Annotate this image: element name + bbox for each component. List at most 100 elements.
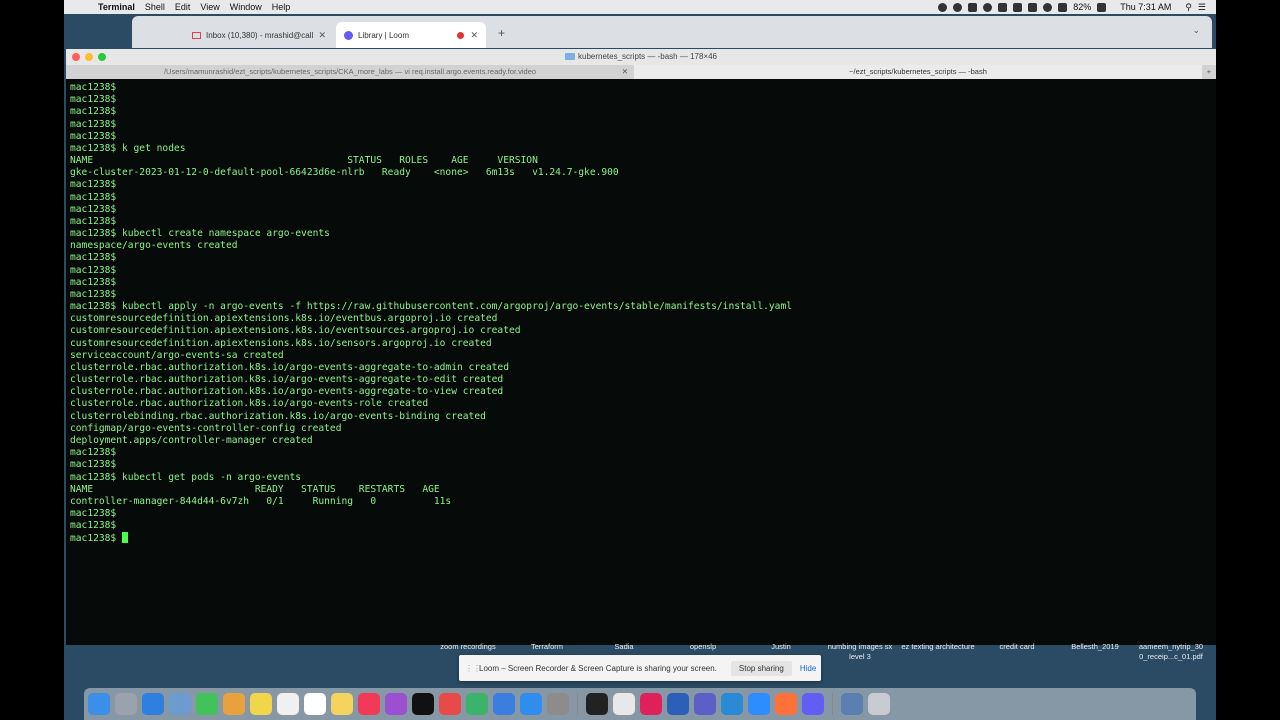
stickies-icon[interactable] [331, 693, 353, 715]
desktop-item[interactable]: openslp [664, 642, 742, 652]
flag-icon[interactable] [1013, 2, 1023, 12]
desktop-item[interactable]: ez texting architecture [899, 642, 977, 652]
battery-percent[interactable]: 82% [1073, 2, 1091, 12]
terminal-window: kubernetes_scripts — -bash — 178×46 /Use… [66, 49, 1216, 645]
browser-tab-loom[interactable]: Library | Loom ✕ [336, 22, 486, 48]
terminal-output[interactable]: mac1238$ mac1238$ mac1238$ mac1238$ mac1238$… [70, 82, 1216, 645]
clock[interactable]: Thu 7:31 AM [1120, 2, 1171, 12]
desktop-item[interactable]: Sadia [585, 642, 663, 652]
notes-icon[interactable] [250, 693, 272, 715]
hide-button[interactable]: Hide [800, 664, 816, 673]
desktop-item[interactable]: numbing images sx level 3 [821, 642, 899, 662]
desktop-item[interactable]: credit card [978, 642, 1056, 652]
vscode-icon[interactable] [721, 693, 743, 715]
bluetooth-icon[interactable] [1028, 2, 1038, 12]
desktop-item[interactable]: Bellesth_2019 [1056, 642, 1134, 652]
news-icon[interactable] [439, 693, 461, 715]
browser-window: Inbox (10,380) - mrashid@call ✕ Library … [132, 16, 1212, 48]
terminal-line: mac1238$ [70, 288, 117, 300]
menu-view[interactable]: View [200, 2, 219, 12]
terminal-line: namespace/argo-events created [70, 240, 238, 252]
reminders-icon[interactable] [304, 693, 326, 715]
loom-icon[interactable] [802, 693, 824, 715]
volume-icon[interactable] [1058, 2, 1068, 12]
terminal-line: mac1238$ [70, 520, 117, 532]
terminal-line: mac1238$ [70, 508, 117, 520]
menu-bar: Terminal Shell Edit View Window Help 82%… [64, 0, 1216, 14]
desktop-item[interactable]: aameem_nytrip_30 0_receip...c_01.pdf [1132, 642, 1210, 662]
browser-tab-inbox[interactable]: Inbox (10,380) - mrashid@call ✕ [184, 22, 334, 48]
photos-icon[interactable] [223, 693, 245, 715]
sharing-message: Loom – Screen Recorder & Screen Capture … [479, 663, 717, 673]
display-icon[interactable] [998, 2, 1008, 12]
close-icon[interactable]: ✕ [470, 30, 478, 41]
terminal-line: mac1238$ kubectl create namespace argo-e… [70, 228, 330, 240]
terminal-line: mac1238$ [70, 459, 117, 471]
vpn-icon[interactable] [983, 2, 993, 12]
tv-icon[interactable] [412, 693, 434, 715]
terminal-line: mac1238$ [70, 130, 117, 142]
teams-icon[interactable] [694, 693, 716, 715]
microphone-icon[interactable] [938, 2, 948, 12]
close-icon[interactable]: ✕ [622, 65, 628, 79]
terminal-prompt: mac1238$ [70, 533, 122, 545]
wifi-icon[interactable] [1043, 2, 1053, 12]
music-icon[interactable] [358, 693, 380, 715]
terminal-titlebar[interactable]: kubernetes_scripts — -bash — 178×46 [66, 49, 1216, 65]
podcasts-icon[interactable] [385, 693, 407, 715]
desktop-item[interactable]: Justin [742, 642, 820, 652]
stop-sharing-button[interactable]: Stop sharing [730, 660, 792, 676]
preview-icon[interactable] [169, 693, 191, 715]
menu-edit[interactable]: Edit [175, 2, 191, 12]
calendar-icon[interactable] [277, 693, 299, 715]
menu-shell[interactable]: Shell [145, 2, 165, 12]
new-tab-icon[interactable]: + [1202, 65, 1216, 79]
screen: Terminal Shell Edit View Window Help 82%… [64, 0, 1216, 720]
menu-app-name[interactable]: Terminal [98, 2, 135, 12]
trash-icon[interactable] [868, 693, 890, 715]
messages-icon[interactable] [196, 693, 218, 715]
terminal-tab-bash[interactable]: ~/ezt_scripts/kubernetes_scripts — -bash [634, 65, 1202, 79]
desktop-item[interactable]: zoom recordings [429, 642, 507, 652]
zoom-icon[interactable] [748, 693, 770, 715]
terminal-tab-label: /Users/mamunrashid/ezt_scripts/kubernete… [163, 67, 537, 76]
firefox-icon[interactable] [775, 693, 797, 715]
menu-window[interactable]: Window [230, 2, 262, 12]
slack-icon[interactable] [640, 693, 662, 715]
terminal-line: deployment.apps/controller-manager creat… [70, 434, 313, 446]
dropbox-icon[interactable] [968, 2, 978, 12]
finder-icon[interactable] [88, 693, 110, 715]
desktop-item[interactable]: Terraform [508, 642, 586, 652]
terminal-line: NAME READY STATUS RESTARTS AGE [70, 483, 440, 495]
chrome-icon[interactable] [613, 693, 635, 715]
word-icon[interactable] [667, 693, 689, 715]
loom-status-icon[interactable] [953, 2, 963, 12]
dock-separator [577, 693, 578, 715]
menu-help[interactable]: Help [272, 2, 291, 12]
terminal-line: customresourcedefinition.apiextensions.k… [70, 313, 498, 325]
spotlight-icon[interactable]: ⚲ [1185, 2, 1192, 13]
appstore-icon[interactable] [520, 693, 542, 715]
terminal-line: customresourcedefinition.apiextensions.k… [70, 337, 492, 349]
safari-icon[interactable] [142, 693, 164, 715]
tab-search-icon[interactable]: ⌄ [1192, 25, 1200, 36]
new-tab-icon[interactable]: + [498, 26, 505, 40]
tab-controls: ✕ [457, 30, 478, 41]
downloads-folder-icon[interactable] [841, 693, 863, 715]
control-center-icon[interactable]: ☰ [1198, 2, 1206, 13]
launchpad-icon[interactable] [115, 693, 137, 715]
terminal-icon[interactable] [586, 693, 608, 715]
battery-icon[interactable] [1097, 2, 1107, 12]
drag-handle-icon[interactable]: ⋮⋮ [465, 664, 481, 673]
window-title-wrap: kubernetes_scripts — -bash — 178×46 [66, 52, 1216, 61]
terminal-prompt-line[interactable]: mac1238$ [70, 532, 1216, 544]
close-icon[interactable]: ✕ [318, 30, 326, 41]
recording-icon [457, 31, 465, 39]
system-preferences-icon[interactable] [547, 693, 569, 715]
numbers-icon[interactable] [466, 693, 488, 715]
terminal-line: mac1238$ [70, 106, 117, 118]
browser-tab-label: Inbox (10,380) - mrashid@call [206, 30, 314, 40]
status-area: 82% Thu 7:31 AM ⚲ ☰ [938, 2, 1216, 13]
keynote-icon[interactable] [493, 693, 515, 715]
terminal-tab-vi[interactable]: /Users/mamunrashid/ezt_scripts/kubernete… [66, 65, 634, 79]
